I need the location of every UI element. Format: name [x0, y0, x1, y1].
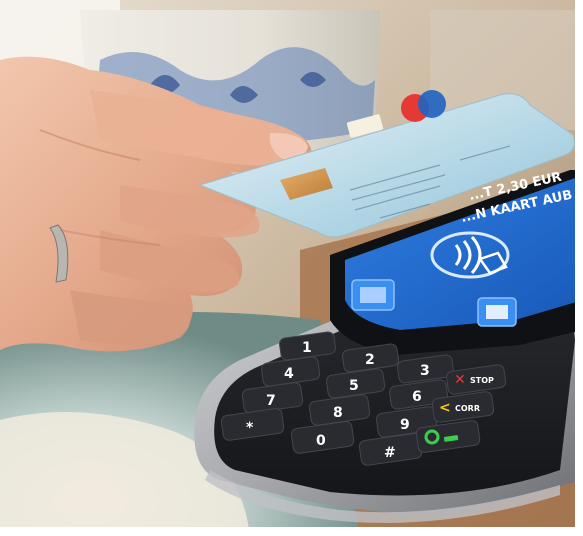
- svg-text:8: 8: [333, 405, 343, 421]
- svg-text:0: 0: [316, 433, 326, 449]
- svg-text:6: 6: [412, 389, 422, 405]
- svg-text:5: 5: [349, 378, 359, 394]
- svg-text:7: 7: [266, 393, 276, 409]
- svg-text:2: 2: [365, 352, 375, 368]
- scene-svg: ...T 2,30 EUR ...N KAART AUB 1 2 3 4 5 6…: [0, 0, 583, 536]
- bottom-border: [0, 527, 583, 536]
- stop-x-icon: ✕: [454, 372, 466, 388]
- svg-text:3: 3: [420, 363, 430, 379]
- corr-key-label: CORR: [455, 404, 480, 413]
- photo: ...T 2,30 EUR ...N KAART AUB 1 2 3 4 5 6…: [0, 0, 583, 536]
- svg-text:4: 4: [284, 366, 294, 382]
- card-button-icon: [351, 279, 395, 311]
- svg-text:*: *: [246, 420, 254, 436]
- right-border: [575, 0, 583, 536]
- wallet-button-icon: [477, 297, 517, 327]
- corr-arrow-icon: <: [439, 400, 451, 416]
- svg-text:1: 1: [302, 340, 312, 356]
- svg-text:9: 9: [400, 417, 410, 433]
- stop-key-label: STOP: [470, 376, 494, 385]
- svg-text:#: #: [384, 445, 396, 461]
